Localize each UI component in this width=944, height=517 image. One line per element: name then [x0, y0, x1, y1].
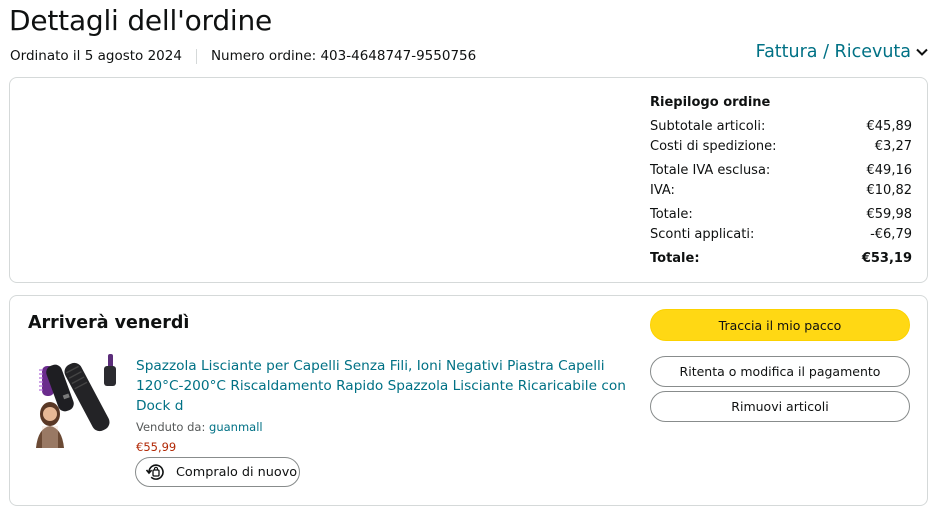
- order-summary: Riepilogo ordine Subtotale articoli: €45…: [650, 94, 912, 269]
- summary-value: €59,98: [866, 207, 913, 222]
- summary-row-discounts: Sconti applicati: -€6,79: [650, 225, 912, 245]
- summary-label: Totale:: [650, 251, 700, 266]
- summary-label: IVA:: [650, 183, 675, 198]
- summary-value: €49,16: [866, 163, 913, 178]
- summary-row-vat: IVA: €10,82: [650, 181, 912, 201]
- summary-row-grand-total: Totale: €53,19: [650, 249, 912, 269]
- order-meta: Ordinato il 5 agosto 2024 Numero ordine:…: [10, 47, 476, 65]
- buy-again-button[interactable]: Compralo di nuovo: [135, 457, 300, 487]
- summary-row-shipping: Costi di spedizione: €3,27: [650, 137, 912, 157]
- invoice-dropdown-link[interactable]: Fattura / Ricevuta: [756, 42, 928, 62]
- remove-items-button[interactable]: Rimuovi articoli: [650, 391, 910, 422]
- summary-row-subtotal: Subtotale articoli: €45,89: [650, 117, 912, 137]
- divider: [195, 48, 197, 64]
- product-price: €55,99: [136, 440, 177, 454]
- arrival-status: Arriverà venerdì: [28, 313, 190, 333]
- invoice-link-label: Fattura / Ricevuta: [755, 42, 911, 62]
- order-number: Numero ordine: 403-4648747-9550756: [210, 48, 477, 64]
- retry-payment-button[interactable]: Ritenta o modifica il pagamento: [650, 356, 910, 387]
- summary-value: €53,19: [861, 251, 912, 266]
- shipment-card: Arriverà venerdì Spazzola Lisciante per …: [9, 295, 928, 506]
- summary-label: Totale:: [650, 207, 693, 222]
- page-title: Dettagli dell'ordine: [9, 4, 273, 37]
- summary-row-total: Totale: €59,98: [650, 205, 912, 225]
- product-title-link[interactable]: Spazzola Lisciante per Capelli Senza Fil…: [136, 356, 626, 416]
- product-image[interactable]: [32, 352, 124, 448]
- summary-label: Sconti applicati:: [650, 227, 755, 242]
- order-date: Ordinato il 5 agosto 2024: [10, 48, 182, 64]
- summary-value: €3,27: [874, 139, 912, 154]
- seller-link[interactable]: guanmall: [209, 420, 263, 434]
- reorder-icon: [145, 464, 164, 480]
- chevron-down-icon: [916, 48, 928, 56]
- order-summary-card: Riepilogo ordine Subtotale articoli: €45…: [9, 77, 928, 283]
- summary-label: Costi di spedizione:: [650, 139, 777, 154]
- summary-value: -€6,79: [870, 227, 912, 242]
- summary-label: Totale IVA esclusa:: [650, 163, 771, 178]
- sold-by-label: Venduto da:: [136, 420, 206, 434]
- summary-title: Riepilogo ordine: [650, 95, 771, 110]
- track-package-button[interactable]: Traccia il mio pacco: [650, 309, 910, 341]
- summary-row-net-total: Totale IVA esclusa: €49,16: [650, 161, 912, 181]
- seller-info: Venduto da: guanmall: [136, 420, 263, 434]
- summary-value: €10,82: [866, 183, 913, 198]
- buy-again-label: Compralo di nuovo: [176, 464, 298, 480]
- summary-label: Subtotale articoli:: [650, 119, 766, 134]
- summary-value: €45,89: [866, 119, 913, 134]
